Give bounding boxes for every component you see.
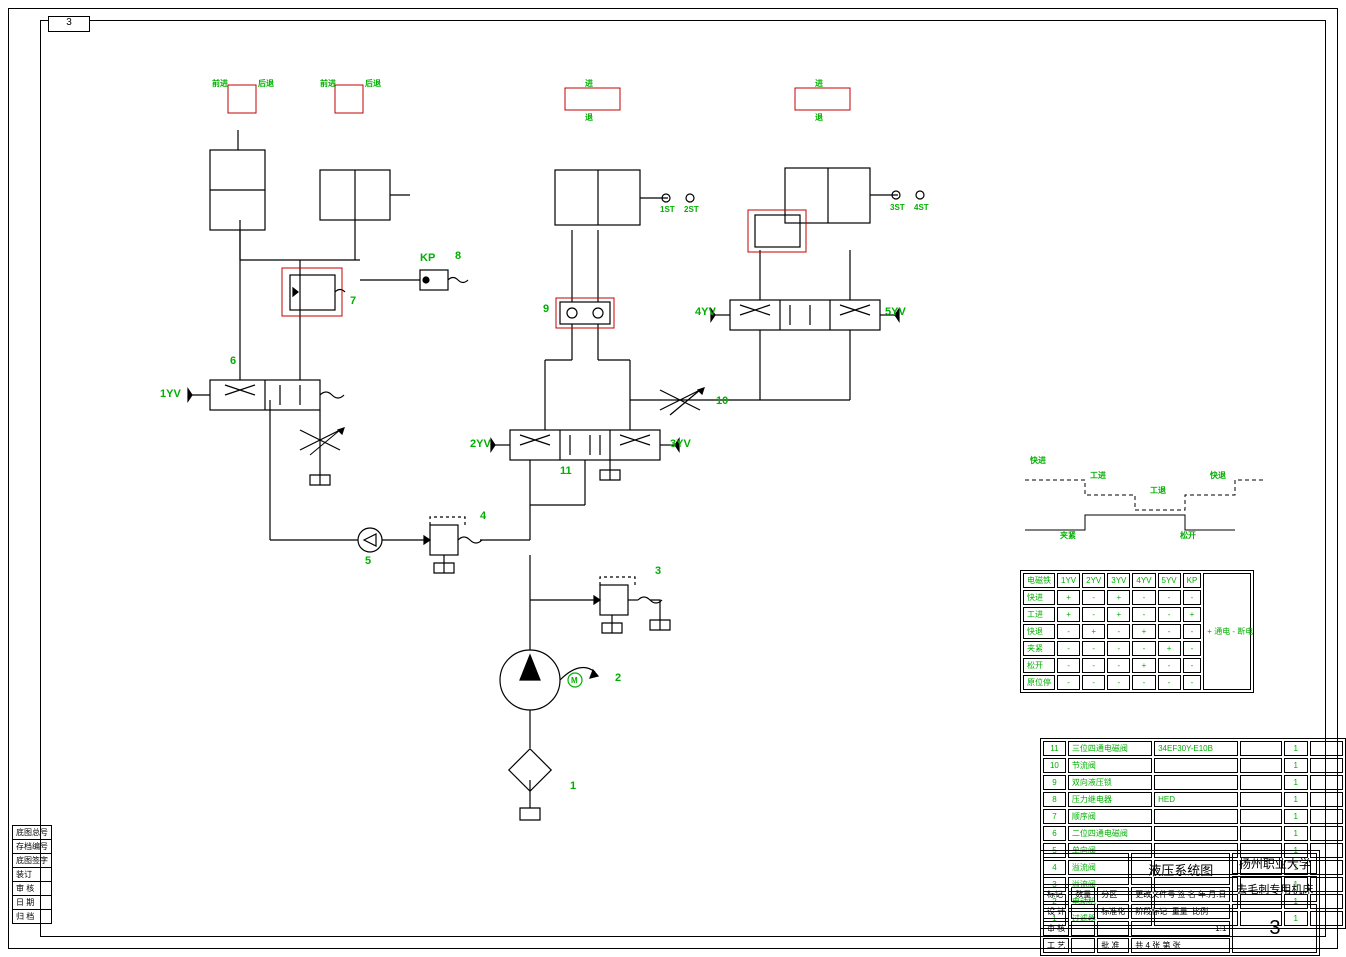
arrow-label: 前进 <box>212 78 228 89</box>
label-4st: 4ST <box>914 203 929 212</box>
drawing-title: 液压系统图 <box>1131 853 1230 885</box>
arrow-label: 进 <box>585 78 593 89</box>
label-4yv: 4YV <box>695 306 716 318</box>
arrow-label: 后退 <box>258 78 274 89</box>
label-2st: 2ST <box>684 205 699 214</box>
arrow-label: 后退 <box>365 78 381 89</box>
arrow-label: 退 <box>585 112 593 123</box>
solenoid-table: 电磁铁1YV2YV3YV4YV5YVKP+ 通电 - 断电快进+-+---工进+… <box>1020 570 1254 693</box>
cycle-diagram <box>1015 460 1275 560</box>
cycle-lbl: 快进 <box>1030 455 1046 466</box>
label-6: 6 <box>230 355 236 367</box>
label-1: 1 <box>570 780 576 792</box>
label-2: 2 <box>615 672 621 684</box>
cycle-lbl: 工退 <box>1150 485 1166 496</box>
cycle-lbl: 快退 <box>1210 470 1226 481</box>
label-kp: KP <box>420 252 435 264</box>
label-3st: 3ST <box>890 203 905 212</box>
product-name: 去毛刺专用机床 <box>1232 876 1317 902</box>
label-9: 9 <box>543 303 549 315</box>
org-name: 扬州职业大学 <box>1232 853 1317 874</box>
label-11: 11 <box>560 465 572 477</box>
label-10: 10 <box>716 395 728 407</box>
label-8: 8 <box>455 250 461 262</box>
title-block: 液压系统图 扬州职业大学 去毛刺专用机床 标记数量分区 更改文件号 签 名 年.… <box>1040 850 1320 956</box>
label-3yv: 3YV <box>670 438 691 450</box>
cycle-lbl: 松开 <box>1180 530 1196 541</box>
cycle-lbl: 工进 <box>1090 470 1106 481</box>
label-2yv: 2YV <box>470 438 491 450</box>
label-5: 5 <box>365 555 371 567</box>
sheet-number: 3 <box>1232 904 1317 953</box>
cycle-lbl: 夹紧 <box>1060 530 1076 541</box>
label-m: M <box>571 676 578 685</box>
label-7: 7 <box>350 295 356 307</box>
arrow-label: 前进 <box>320 78 336 89</box>
arrow-label: 进 <box>815 78 823 89</box>
label-1st: 1ST <box>660 205 675 214</box>
label-3: 3 <box>655 565 661 577</box>
label-1yv: 1YV <box>160 388 181 400</box>
label-5yv: 5YV <box>885 306 906 318</box>
archive-sidebar: 底图总号存档编号底图签字装订审 核日 期归 档 <box>12 825 52 924</box>
label-4: 4 <box>480 510 486 522</box>
arrow-label: 退 <box>815 112 823 123</box>
